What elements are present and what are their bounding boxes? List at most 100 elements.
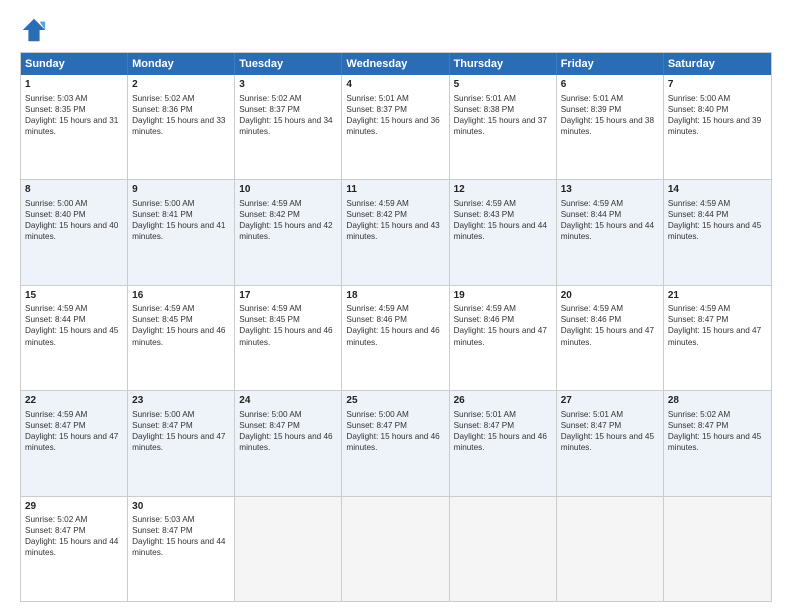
day-cell-30: 30Sunrise: 5:03 AMSunset: 8:47 PMDayligh…	[128, 497, 235, 601]
day-number: 8	[25, 183, 123, 197]
day-cell-19: 19Sunrise: 4:59 AMSunset: 8:46 PMDayligh…	[450, 286, 557, 390]
header	[20, 16, 772, 44]
day-info: Sunrise: 5:02 AMSunset: 8:37 PMDaylight:…	[239, 94, 332, 136]
day-cell-11: 11 Sunrise: 4:59 AMSunset: 8:42 PMDayligh…	[342, 180, 449, 284]
day-number: 12	[454, 183, 552, 197]
day-info: Sunrise: 5:00 AMSunset: 8:47 PMDaylight:…	[239, 410, 332, 452]
day-info: Sunrise: 5:02 AMSunset: 8:47 PMDaylight:…	[668, 410, 761, 452]
calendar-row-5: 29Sunrise: 5:02 AMSunset: 8:47 PMDayligh…	[21, 496, 771, 601]
day-number: 14	[668, 183, 767, 197]
day-number: 19	[454, 289, 552, 303]
page: SundayMondayTuesdayWednesdayThursdayFrid…	[0, 0, 792, 612]
day-info: Sunrise: 4:59 AMSunset: 8:42 PMDaylight:…	[239, 199, 332, 241]
day-info: Sunrise: 4:59 AMSunset: 8:45 PMDaylight:…	[239, 304, 332, 346]
day-number: 30	[132, 500, 230, 514]
day-info: Sunrise: 4:59 AMSunset: 8:47 PMDaylight:…	[25, 410, 118, 452]
day-info: Sunrise: 5:03 AMSunset: 8:47 PMDaylight:…	[132, 515, 225, 557]
empty-cell	[557, 497, 664, 601]
day-info: Sunrise: 4:59 AMSunset: 8:43 PMDaylight:…	[454, 199, 547, 241]
day-info: Sunrise: 5:00 AMSunset: 8:40 PMDaylight:…	[25, 199, 118, 241]
day-cell-28: 28 Sunrise: 5:02 AMSunset: 8:47 PMDayligh…	[664, 391, 771, 495]
day-info: Sunrise: 5:01 AMSunset: 8:39 PMDaylight:…	[561, 94, 654, 136]
day-info: Sunrise: 5:02 AMSunset: 8:36 PMDaylight:…	[132, 94, 225, 136]
day-cell-15: 15Sunrise: 4:59 AMSunset: 8:44 PMDayligh…	[21, 286, 128, 390]
day-info: Sunrise: 5:00 AMSunset: 8:41 PMDaylight:…	[132, 199, 225, 241]
empty-cell	[450, 497, 557, 601]
day-info: Sunrise: 5:00 AMSunset: 8:40 PMDaylight:…	[668, 94, 761, 136]
calendar-row-3: 15Sunrise: 4:59 AMSunset: 8:44 PMDayligh…	[21, 285, 771, 390]
day-number: 22	[25, 394, 123, 408]
calendar-row-2: 8 Sunrise: 5:00 AMSunset: 8:40 PMDaylight…	[21, 179, 771, 284]
day-info: Sunrise: 4:59 AMSunset: 8:44 PMDaylight:…	[25, 304, 118, 346]
day-info: Sunrise: 4:59 AMSunset: 8:42 PMDaylight:…	[346, 199, 439, 241]
day-cell-8: 8 Sunrise: 5:00 AMSunset: 8:40 PMDaylight…	[21, 180, 128, 284]
day-cell-12: 12 Sunrise: 4:59 AMSunset: 8:43 PMDayligh…	[450, 180, 557, 284]
day-info: Sunrise: 5:01 AMSunset: 8:38 PMDaylight:…	[454, 94, 547, 136]
day-cell-2: 2 Sunrise: 5:02 AMSunset: 8:36 PMDaylight…	[128, 75, 235, 179]
day-cell-10: 10 Sunrise: 4:59 AMSunset: 8:42 PMDayligh…	[235, 180, 342, 284]
header-day-monday: Monday	[128, 53, 235, 75]
empty-cell	[235, 497, 342, 601]
day-info: Sunrise: 5:03 AMSunset: 8:35 PMDaylight:…	[25, 94, 118, 136]
day-cell-1: 1 Sunrise: 5:03 AMSunset: 8:35 PMDaylight…	[21, 75, 128, 179]
day-cell-14: 14 Sunrise: 4:59 AMSunset: 8:44 PMDayligh…	[664, 180, 771, 284]
day-number: 16	[132, 289, 230, 303]
logo	[20, 16, 52, 44]
day-info: Sunrise: 4:59 AMSunset: 8:44 PMDaylight:…	[561, 199, 654, 241]
day-number: 10	[239, 183, 337, 197]
day-number: 6	[561, 78, 659, 92]
day-number: 25	[346, 394, 444, 408]
day-cell-5: 5 Sunrise: 5:01 AMSunset: 8:38 PMDaylight…	[450, 75, 557, 179]
day-number: 13	[561, 183, 659, 197]
day-number: 1	[25, 78, 123, 92]
day-cell-7: 7 Sunrise: 5:00 AMSunset: 8:40 PMDaylight…	[664, 75, 771, 179]
calendar-row-4: 22 Sunrise: 4:59 AMSunset: 8:47 PMDayligh…	[21, 390, 771, 495]
day-info: Sunrise: 5:00 AMSunset: 8:47 PMDaylight:…	[346, 410, 439, 452]
day-cell-6: 6 Sunrise: 5:01 AMSunset: 8:39 PMDaylight…	[557, 75, 664, 179]
day-number: 7	[668, 78, 767, 92]
day-info: Sunrise: 5:01 AMSunset: 8:37 PMDaylight:…	[346, 94, 439, 136]
day-cell-18: 18Sunrise: 4:59 AMSunset: 8:46 PMDayligh…	[342, 286, 449, 390]
logo-icon	[20, 16, 48, 44]
day-number: 5	[454, 78, 552, 92]
day-info: Sunrise: 5:00 AMSunset: 8:47 PMDaylight:…	[132, 410, 225, 452]
day-info: Sunrise: 4:59 AMSunset: 8:45 PMDaylight:…	[132, 304, 225, 346]
day-cell-22: 22 Sunrise: 4:59 AMSunset: 8:47 PMDayligh…	[21, 391, 128, 495]
header-day-sunday: Sunday	[21, 53, 128, 75]
day-number: 4	[346, 78, 444, 92]
day-cell-23: 23 Sunrise: 5:00 AMSunset: 8:47 PMDayligh…	[128, 391, 235, 495]
day-number: 11	[346, 183, 444, 197]
day-number: 21	[668, 289, 767, 303]
day-number: 18	[346, 289, 444, 303]
day-number: 23	[132, 394, 230, 408]
calendar-body: 1 Sunrise: 5:03 AMSunset: 8:35 PMDaylight…	[21, 75, 771, 601]
day-cell-4: 4 Sunrise: 5:01 AMSunset: 8:37 PMDaylight…	[342, 75, 449, 179]
day-cell-25: 25 Sunrise: 5:00 AMSunset: 8:47 PMDayligh…	[342, 391, 449, 495]
day-number: 24	[239, 394, 337, 408]
day-cell-9: 9 Sunrise: 5:00 AMSunset: 8:41 PMDaylight…	[128, 180, 235, 284]
calendar-row-1: 1 Sunrise: 5:03 AMSunset: 8:35 PMDaylight…	[21, 75, 771, 179]
day-cell-17: 17Sunrise: 4:59 AMSunset: 8:45 PMDayligh…	[235, 286, 342, 390]
day-number: 26	[454, 394, 552, 408]
day-cell-29: 29Sunrise: 5:02 AMSunset: 8:47 PMDayligh…	[21, 497, 128, 601]
header-day-tuesday: Tuesday	[235, 53, 342, 75]
day-info: Sunrise: 4:59 AMSunset: 8:44 PMDaylight:…	[668, 199, 761, 241]
header-day-thursday: Thursday	[450, 53, 557, 75]
day-cell-27: 27Sunrise: 5:01 AMSunset: 8:47 PMDayligh…	[557, 391, 664, 495]
empty-cell	[664, 497, 771, 601]
day-number: 2	[132, 78, 230, 92]
day-number: 28	[668, 394, 767, 408]
day-number: 3	[239, 78, 337, 92]
day-cell-16: 16Sunrise: 4:59 AMSunset: 8:45 PMDayligh…	[128, 286, 235, 390]
day-info: Sunrise: 4:59 AMSunset: 8:46 PMDaylight:…	[454, 304, 547, 346]
day-cell-3: 3 Sunrise: 5:02 AMSunset: 8:37 PMDaylight…	[235, 75, 342, 179]
day-number: 15	[25, 289, 123, 303]
day-info: Sunrise: 4:59 AMSunset: 8:46 PMDaylight:…	[561, 304, 654, 346]
day-info: Sunrise: 5:02 AMSunset: 8:47 PMDaylight:…	[25, 515, 118, 557]
day-info: Sunrise: 5:01 AMSunset: 8:47 PMDaylight:…	[454, 410, 547, 452]
day-number: 9	[132, 183, 230, 197]
day-cell-26: 26 Sunrise: 5:01 AMSunset: 8:47 PMDayligh…	[450, 391, 557, 495]
day-number: 27	[561, 394, 659, 408]
header-day-saturday: Saturday	[664, 53, 771, 75]
day-cell-13: 13 Sunrise: 4:59 AMSunset: 8:44 PMDayligh…	[557, 180, 664, 284]
